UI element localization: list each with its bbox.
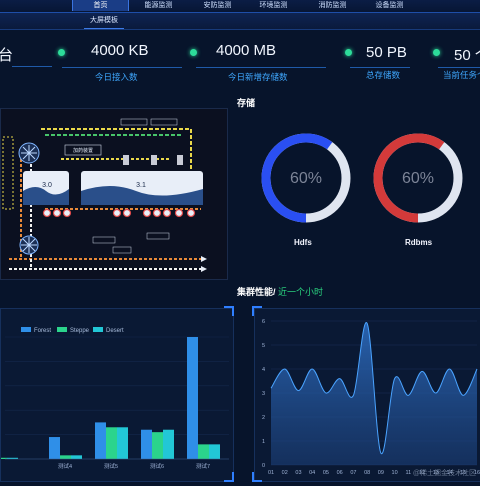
- stat-divider: [438, 67, 480, 68]
- area-x-tick: 09: [378, 470, 384, 476]
- tab-dashboard-template[interactable]: 大屏模板: [84, 14, 124, 29]
- bar-x-tick: 测试5: [104, 462, 118, 470]
- bar-chart-panel: Forest Steppe Desert 测试4 测试5 测试6 测试7: [0, 308, 234, 482]
- legend-label-steppe: Steppe: [70, 328, 90, 334]
- panel-corner: [224, 306, 234, 316]
- bar-forest-1: [49, 437, 60, 459]
- gauge-rdbms: 60%: [373, 133, 463, 223]
- bar-steppe-3: [152, 432, 163, 459]
- bar-forest-4: [187, 337, 198, 459]
- area-y-tick: 5: [262, 343, 265, 349]
- panel-corner: [252, 472, 262, 482]
- area-y-tick: 4: [262, 367, 265, 373]
- area-y-tick: 1: [262, 439, 265, 445]
- bar-steppe-4: [198, 444, 209, 459]
- panel-corner: [224, 472, 234, 482]
- fan-left-top: [18, 142, 40, 164]
- panel-corner: [252, 306, 262, 316]
- legend-swatch-desert: [93, 327, 103, 332]
- stat-1-value: 4000 KB: [91, 42, 149, 59]
- radiator: [2, 136, 14, 210]
- gauge-hdfs-value: 60%: [290, 170, 322, 187]
- legend-label-forest: Forest: [34, 328, 51, 334]
- area-x-tick: 01: [268, 470, 274, 476]
- bar-forest-3: [141, 429, 152, 459]
- nav-item-device[interactable]: 设备监测: [362, 0, 417, 11]
- legend-swatch-steppe: [57, 327, 67, 332]
- area-y-tick: 6: [262, 319, 265, 325]
- area-y-tick: 3: [262, 391, 265, 397]
- area-x-tick: 03: [295, 470, 301, 476]
- cluster-subtitle: 近一个小时: [278, 287, 324, 297]
- legend-swatch-forest: [21, 327, 31, 332]
- stat-0-value: 台: [0, 47, 14, 64]
- stat-3-label: 总存储数: [366, 70, 401, 80]
- nav-item-environment[interactable]: 环境监测: [246, 0, 301, 11]
- bar-x-tick: 测试6: [150, 462, 164, 470]
- tank-right-label: 3.1: [136, 182, 146, 189]
- stat-3-value: 50 PB: [366, 44, 407, 61]
- bar-x-tick: 测试7: [196, 462, 210, 470]
- stat-divider: [350, 67, 410, 68]
- bar-desert-3: [163, 429, 174, 459]
- flow-arrows: [201, 256, 207, 272]
- area-x-tick: 05: [323, 470, 329, 476]
- nav-item-security[interactable]: 安防监测: [190, 0, 245, 11]
- bar-steppe-2: [106, 427, 117, 459]
- bar-chart: Forest Steppe Desert 测试4 测试5 测试6 测试7: [0, 327, 229, 470]
- area-x-tick: 02: [282, 470, 288, 476]
- bar-steppe-1: [60, 455, 71, 459]
- stat-2-label: 今日新增存储数: [228, 72, 288, 82]
- area-chart-panel: 0 1 2 3 4 5 6 01 02 03 04 05 06 07 08 09 10 11 12 13 14 15 16: [254, 308, 480, 482]
- area-x-tick: 10: [392, 470, 398, 476]
- dosing-unit-label: 加药装置: [73, 147, 93, 154]
- bar-desert-4: [209, 444, 220, 459]
- stat-4-value: 50 个: [454, 47, 480, 64]
- stat-2-value: 4000 MB: [216, 42, 277, 59]
- bar-forest-2: [95, 422, 106, 459]
- stat-divider: [12, 66, 52, 67]
- area-x-tick: 11: [405, 470, 411, 476]
- legend-label-desert: Desert: [106, 328, 124, 334]
- stat-1-dot: [58, 49, 65, 56]
- stat-3-dot: [345, 49, 352, 56]
- gauge-rdbms-label: Rdbms: [405, 238, 433, 247]
- stat-divider: [62, 67, 182, 68]
- stat-divider: [196, 67, 326, 68]
- area-y-tick: 0: [262, 463, 265, 469]
- bar-desert-2: [117, 427, 128, 459]
- cluster-title-main: 集群性能/: [237, 287, 276, 297]
- bar-x-tick: 测试4: [58, 462, 72, 470]
- stat-1-label: 今日接入数: [95, 72, 138, 82]
- gauge-rdbms-value: 60%: [402, 170, 434, 187]
- stat-4-dot: [433, 49, 440, 56]
- nav-item-home[interactable]: 首页: [72, 0, 129, 11]
- stat-2-dot: [190, 49, 197, 56]
- area-y-tick: 2: [262, 415, 265, 421]
- area-x-tick: 07: [350, 470, 356, 476]
- cluster-title: 集群性能/ 近一个小时: [237, 285, 323, 298]
- nav-item-fire[interactable]: 消防监测: [305, 0, 360, 11]
- top-nav: 首页 能源监测 安防监测 环境监测 消防监测 设备监测: [0, 0, 480, 13]
- storage-title: 存储: [237, 98, 256, 108]
- area-chart: 012345601 02 03 04 05 06 07 08 09 10 11 12 13 14 15 16: [262, 319, 480, 476]
- fan-left-bottom: [19, 235, 39, 255]
- watermark: @稀土掘金技术社区: [412, 470, 476, 477]
- stat-4-label: 当前任务个: [443, 70, 480, 80]
- gauge-hdfs-label: Hdfs: [294, 238, 312, 247]
- area-x-tick: 04: [309, 470, 315, 476]
- process-diagram-svg: 3.0 3.1 加药装置: [2, 118, 207, 272]
- area-x-tick: 06: [337, 470, 343, 476]
- tank-left-label: 3.0: [42, 182, 52, 189]
- area-x-tick: 08: [364, 470, 370, 476]
- pump-group: [42, 208, 196, 218]
- nav-item-energy[interactable]: 能源监测: [131, 0, 186, 11]
- gauge-hdfs: 60%: [261, 133, 351, 223]
- sub-bar: [0, 13, 480, 30]
- bar-desert-1: [71, 455, 82, 459]
- process-diagram: 3.0 3.1 加药装置: [0, 108, 228, 280]
